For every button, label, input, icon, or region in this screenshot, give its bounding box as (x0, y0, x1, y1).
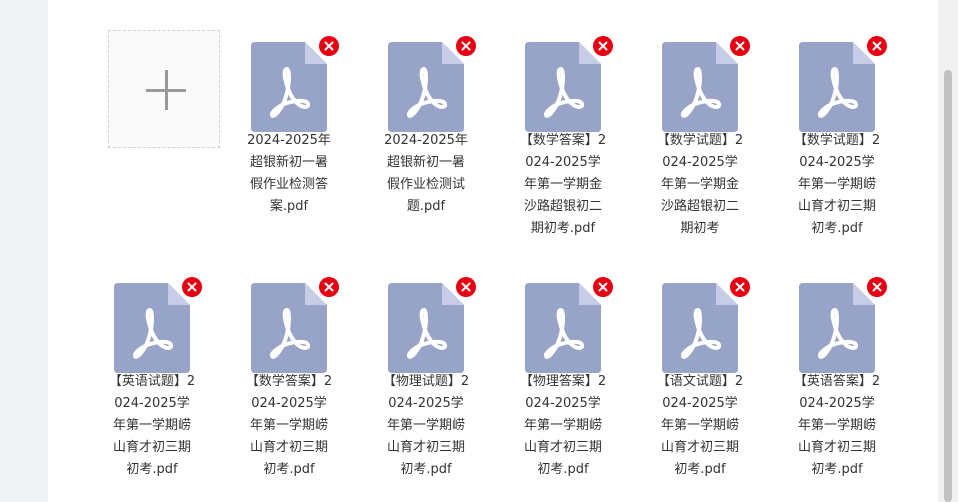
file-name: 【数学答案】2024-2025学年第一学期金沙路超银初二期初考.pdf (519, 133, 607, 236)
close-icon (735, 41, 745, 51)
pdf-file-icon (251, 42, 327, 132)
file-name: 【物理答案】2024-2025学年第一学期崂山育才初三期初考.pdf (519, 374, 607, 477)
remove-file-button[interactable] (319, 277, 339, 297)
close-icon (872, 41, 882, 51)
file-name: 【数学试题】2024-2025学年第一学期金沙路超银初二期初考 (656, 133, 744, 236)
file-name: 【语文试题】2024-2025学年第一学期崂山育才初三期初考.pdf (656, 374, 744, 477)
scrollbar-thumb[interactable] (944, 70, 952, 502)
remove-file-button[interactable] (730, 36, 750, 56)
remove-file-button[interactable] (456, 36, 476, 56)
remove-file-button[interactable] (319, 36, 339, 56)
file-name: 【数学试题】2024-2025学年第一学期崂山育才初三期初考.pdf (793, 133, 881, 236)
add-file-button[interactable] (108, 30, 220, 148)
file-name: 【英语试题】2024-2025学年第一学期崂山育才初三期初考.pdf (108, 374, 196, 477)
pdf-file-icon (662, 42, 738, 132)
close-icon (598, 282, 608, 292)
remove-file-button[interactable] (593, 36, 613, 56)
plus-icon-vertical (164, 70, 168, 110)
close-icon (324, 41, 334, 51)
pdf-file-icon (388, 283, 464, 373)
pdf-file-icon (799, 283, 875, 373)
remove-file-button[interactable] (456, 277, 476, 297)
remove-file-button[interactable] (867, 277, 887, 297)
file-name: 【物理试题】2024-2025学年第一学期崂山育才初三期初考.pdf (382, 374, 470, 477)
pdf-file-icon (799, 42, 875, 132)
close-icon (461, 41, 471, 51)
close-icon (598, 41, 608, 51)
remove-file-button[interactable] (593, 277, 613, 297)
close-icon (872, 282, 882, 292)
pdf-file-icon (525, 283, 601, 373)
remove-file-button[interactable] (730, 277, 750, 297)
file-name: 【数学答案】2024-2025学年第一学期崂山育才初三期初考.pdf (245, 374, 333, 477)
close-icon (324, 282, 334, 292)
file-name: 2024-2025年超银新初一暑假作业检测试题.pdf (384, 133, 468, 214)
file-name: 【英语答案】2024-2025学年第一学期崂山育才初三期初考.pdf (793, 374, 881, 477)
pdf-file-icon (251, 283, 327, 373)
pdf-file-icon (525, 42, 601, 132)
close-icon (187, 282, 197, 292)
remove-file-button[interactable] (867, 36, 887, 56)
pdf-file-icon (388, 42, 464, 132)
close-icon (735, 282, 745, 292)
file-name: 2024-2025年超银新初一暑假作业检测答案.pdf (247, 133, 331, 214)
scrollbar[interactable] (938, 0, 958, 502)
close-icon (461, 282, 471, 292)
remove-file-button[interactable] (182, 277, 202, 297)
pdf-file-icon (662, 283, 738, 373)
pdf-file-icon (114, 283, 190, 373)
